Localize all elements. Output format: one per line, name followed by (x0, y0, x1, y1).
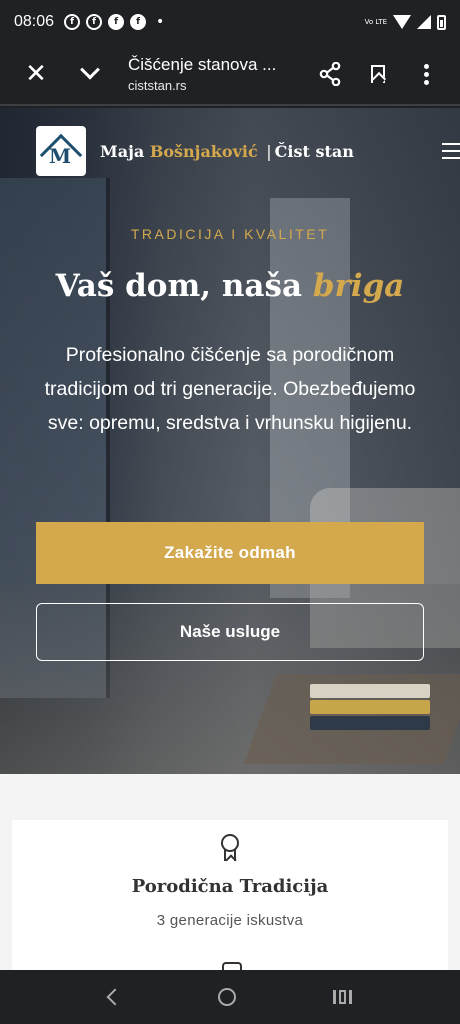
house-logo-icon: M (39, 133, 83, 177)
minimize-button[interactable] (66, 50, 114, 98)
book-now-button[interactable]: Zakažite odmah (36, 522, 424, 584)
hero-bg-books (310, 684, 430, 744)
share-button[interactable] (306, 50, 354, 98)
feature-card: Porodična Tradicija 3 generacije iskustv… (12, 820, 448, 990)
bookmark-icon (371, 65, 385, 83)
hero-section: M Maja Bošnjaković | Čist stan TRADICIJA … (0, 108, 460, 774)
feature-title: Porodična Tradicija (131, 876, 329, 897)
more-notifications-dot: • (156, 14, 165, 30)
system-nav-bar (0, 970, 460, 1024)
our-services-button[interactable]: Naše usluge (36, 603, 424, 661)
bookmark-button[interactable] (354, 50, 402, 98)
brand-name[interactable]: Maja Bošnjaković | Čist stan (100, 142, 354, 161)
more-vert-icon (423, 63, 429, 85)
feature-subtitle: 3 generacije iskustva (156, 912, 304, 929)
facebook-filled-icon: f (130, 14, 147, 30)
site-logo[interactable]: M (36, 126, 86, 177)
url-block[interactable]: Čišćenje stanova ... ciststan.rs (128, 55, 306, 93)
home-icon[interactable] (217, 988, 236, 1006)
facebook-filled-icon: f (108, 14, 125, 30)
status-time: 08:06 (14, 13, 55, 30)
features-section: Porodična Tradicija 3 generacije iskustv… (0, 774, 460, 990)
page-url: ciststan.rs (128, 78, 187, 93)
facebook-outline-icon: f (64, 14, 81, 30)
page-title: Čišćenje stanova ... (128, 55, 277, 74)
volte-icon: Vo LTE (364, 17, 387, 26)
site-header: M Maja Bošnjaković | Čist stan (36, 126, 460, 177)
notification-icons: f f f f • (64, 14, 164, 30)
close-icon: ✕ (25, 59, 47, 89)
status-bar: 08:06 f f f f • Vo LTE (0, 0, 460, 44)
browser-toolbar: ✕ Čišćenje stanova ... ciststan.rs (0, 44, 460, 106)
close-tab-button[interactable]: ✕ (12, 50, 60, 98)
battery-icon (437, 14, 446, 30)
facebook-outline-icon: f (86, 14, 103, 30)
share-icon (319, 62, 341, 86)
wifi-icon (393, 15, 411, 29)
system-indicators: Vo LTE (364, 14, 446, 30)
award-icon (220, 834, 240, 864)
hero-headline: Vaš dom, naša briga (55, 268, 405, 304)
more-options-button[interactable] (402, 50, 450, 98)
recents-icon[interactable] (332, 990, 352, 1004)
hamburger-menu-icon[interactable] (442, 143, 460, 159)
hero-eyebrow: TRADICIJA I KVALITET (130, 226, 330, 242)
chevron-down-icon (80, 59, 100, 80)
hero-lead-text: Profesionalno čišćenje sa porodičnom tra… (44, 344, 416, 434)
back-icon[interactable] (106, 988, 123, 1006)
signal-icon (417, 15, 431, 29)
